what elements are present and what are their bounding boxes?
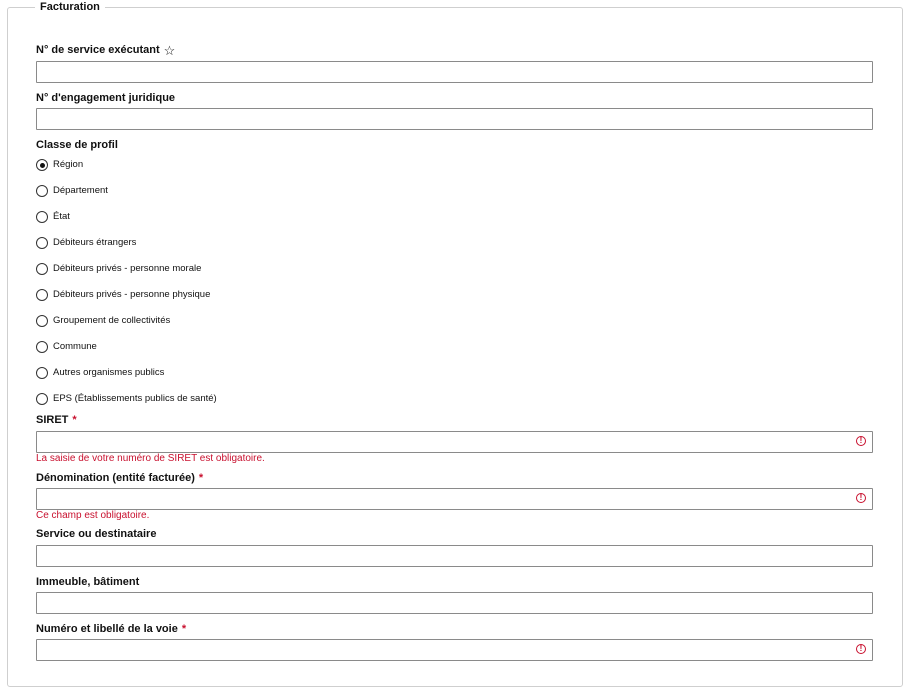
radio-commune[interactable]: Commune	[36, 340, 97, 354]
radio-button[interactable]	[36, 237, 48, 249]
radio-button[interactable]	[36, 393, 48, 405]
radio-departement[interactable]: Département	[36, 184, 108, 198]
immeuble-input[interactable]	[36, 592, 873, 614]
engagement-juridique-label: N° d'engagement juridique	[36, 92, 176, 104]
classe-profil-label: Classe de profil	[36, 139, 118, 151]
service-executant-input[interactable]	[36, 61, 873, 83]
radio-groupement-collectivites[interactable]: Groupement de collectivités	[36, 314, 170, 328]
radio-button[interactable]	[36, 185, 48, 197]
radio-debiteurs-prives-physique[interactable]: Débiteurs privés - personne physique	[36, 288, 210, 302]
voie-input[interactable]: !	[36, 639, 873, 661]
radio-debiteurs-etrangers[interactable]: Débiteurs étrangers	[36, 236, 136, 250]
radio-button[interactable]	[36, 367, 48, 379]
engagement-juridique-input[interactable]	[36, 108, 873, 130]
radio-button[interactable]	[36, 211, 48, 223]
radio-autres-organismes[interactable]: Autres organismes publics	[36, 366, 164, 380]
service-destinataire-input[interactable]	[36, 545, 873, 567]
radio-button[interactable]	[36, 289, 48, 301]
denomination-label: Dénomination (entité facturée) *	[36, 472, 204, 484]
required-marker: *	[181, 623, 187, 635]
siret-label: SIRET *	[36, 414, 77, 426]
siret-error-message: La saisie de votre numéro de SIRET est o…	[36, 453, 265, 464]
required-marker: *	[198, 472, 204, 484]
service-destinataire-label: Service ou destinataire	[36, 528, 157, 540]
required-marker: *	[72, 414, 77, 426]
denomination-error-message: Ce champ est obligatoire.	[36, 510, 150, 521]
immeuble-label: Immeuble, bâtiment	[36, 576, 140, 588]
alert-circle-icon: !	[856, 436, 866, 446]
radio-button[interactable]	[36, 341, 48, 353]
facturation-legend: Facturation	[35, 1, 105, 14]
radio-button[interactable]	[36, 315, 48, 327]
service-executant-label: N° de service exécutant ☆	[36, 43, 176, 58]
radio-eps[interactable]: EPS (Établissements publics de santé)	[36, 392, 217, 406]
voie-label: Numéro et libellé de la voie *	[36, 623, 187, 635]
radio-etat[interactable]: État	[36, 210, 70, 224]
radio-region[interactable]: Région	[36, 158, 83, 172]
radio-button[interactable]	[36, 263, 48, 275]
denomination-input[interactable]: !	[36, 488, 873, 510]
alert-circle-icon: !	[856, 493, 866, 503]
alert-circle-icon: !	[856, 644, 866, 654]
star-outline-icon[interactable]: ☆	[164, 44, 176, 57]
siret-input[interactable]: !	[36, 431, 873, 453]
radio-debiteurs-prives-morale[interactable]: Débiteurs privés - personne morale	[36, 262, 201, 276]
radio-button-checked[interactable]	[36, 159, 48, 171]
